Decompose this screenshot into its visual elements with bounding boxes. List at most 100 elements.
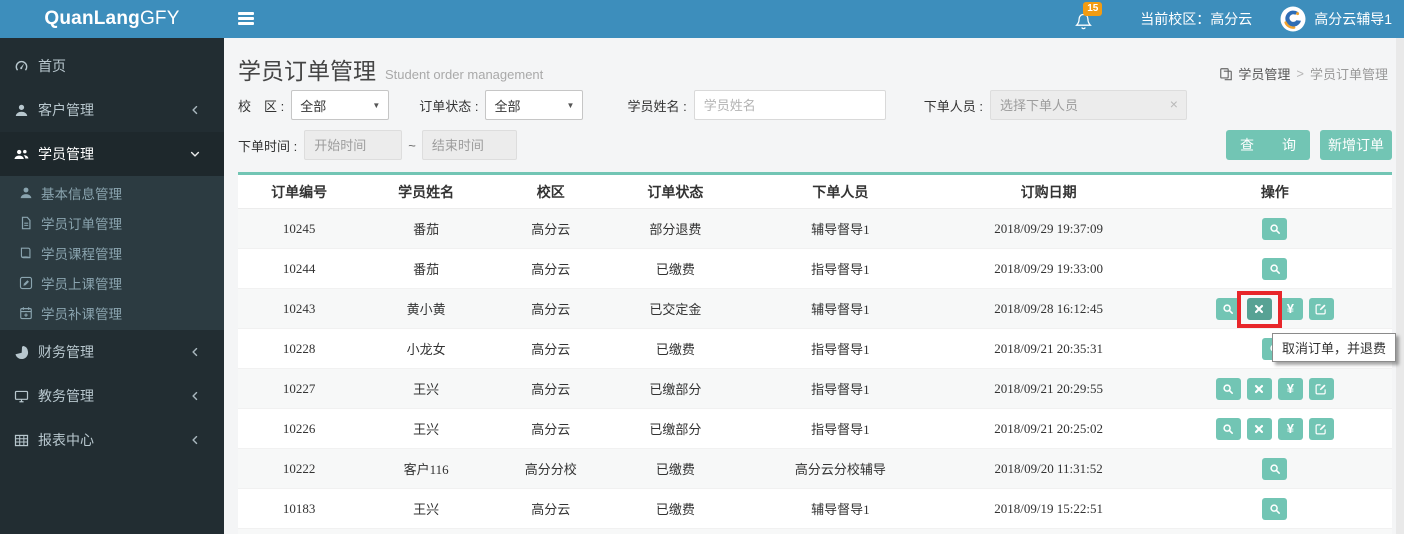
cell-person: 辅导督导1 [811,502,870,517]
cell-date: 2018/09/29 19:37:09 [994,220,1103,236]
payment-button[interactable]: ¥ [1277,377,1303,400]
breadcrumb-section[interactable]: 学员管理 [1238,64,1290,83]
cell-student: 番茄 [413,222,440,237]
clear-icon[interactable]: × [1170,97,1178,111]
campus-select[interactable]: 全部 ▼ [291,90,390,120]
sidebar-item-label: 财务管理 [38,344,94,360]
users-icon [14,147,29,162]
user-avatar[interactable] [1280,6,1306,32]
cell-actions [1158,217,1392,240]
sidebar-subitem-student-makeup[interactable]: 学员补课管理 [0,298,224,328]
chevron-left-icon [189,434,201,446]
search-button[interactable]: 查 询 [1226,130,1310,160]
cell-status: 已缴部分 [649,382,702,397]
chevron-left-icon [189,346,201,358]
current-campus-label: 当前校区：高分云 [1140,11,1253,27]
cell-order-no: 10243 [282,300,316,316]
page-header: 学员订单管理 Student order management [238,52,543,86]
sidebar-toggle-icon[interactable] [238,12,254,26]
sidebar-item-label: 学员管理 [38,146,94,162]
sidebar-item-home[interactable]: 首页 [0,44,224,88]
cancel-order-button[interactable] [1246,377,1272,400]
sidebar-subitem-basic-info[interactable]: 基本信息管理 [0,178,224,208]
user-icon [14,103,29,118]
cell-order-no: 10228 [282,340,316,356]
table-header-row: 订单编号 学员姓名 校区 订单状态 下单人员 订购日期 操作 [238,175,1392,209]
view-order-button[interactable] [1215,297,1241,320]
navbar-right: 15 当前校区：高分云 高分云辅导1 [1074,0,1392,38]
orders-table-panel: 订单编号 学员姓名 校区 订单状态 下单人员 订购日期 操作 10245 番茄 高分云 部分退费辅… [238,172,1392,534]
cell-status: 部分退费 [649,222,702,237]
cell-campus: 高分云 [531,382,571,397]
sidebar-item-student-mgmt[interactable]: 学员管理 [0,132,224,176]
student-name-input[interactable] [693,90,886,120]
view-order-button[interactable] [1215,417,1241,440]
end-time-input[interactable] [421,130,517,160]
cell-person: 辅导督导1 [811,302,870,317]
cell-date: 2018/09/28 16:12:45 [994,300,1103,316]
main-content: 学员订单管理 Student order management 学员管理 > 学… [224,38,1404,534]
column-header: 操作 [1260,183,1289,200]
brand-logo[interactable]: QuanLang GFY [0,0,224,38]
view-order-button[interactable] [1215,377,1241,400]
payment-button[interactable]: ¥ [1277,297,1303,320]
book-icon [19,246,33,260]
sidebar-submenu: 基本信息管理学员订单管理学员课程管理 学员上课管理 学员补课管理 [0,176,224,330]
user-menu[interactable]: 高分云辅导1 [1314,9,1392,29]
scrollbar-track[interactable] [1396,38,1404,534]
order-person-input[interactable] [989,90,1187,120]
order-time-filter-label: 下单时间 : [238,138,298,154]
sidebar-item-finance[interactable]: 财务管理 [0,330,224,374]
file-icon [19,216,33,230]
cell-actions: ¥ [1158,417,1392,440]
notifications-button[interactable]: 15 [1074,2,1103,30]
cancel-order-button[interactable] [1246,417,1272,440]
cell-date: 2018/09/21 20:35:31 [994,340,1103,356]
tooltip: 取消订单，并退费 [1272,333,1397,362]
edit-order-button[interactable] [1308,297,1334,320]
app-window: QuanLang GFY 15 当前校区：高分云 高分云辅导1 首页 客户管理学员管… [0,0,1404,534]
caret-down-icon: ▼ [372,100,381,110]
sidebar-subitem-student-orders[interactable]: 学员订单管理 [0,208,224,238]
sidebar-item-label: 报表中心 [38,432,94,448]
table-row: 10227 王兴 高分云 已缴部分 指导督导1 2018/09/21 20:29:55 ¥ [238,369,1392,409]
column-header: 下单人员 [812,183,869,200]
edit-icon [19,276,33,290]
cell-campus: 高分云 [531,302,571,317]
page-title: 学员订单管理 [238,58,376,84]
column-header: 学员姓名 [398,183,455,200]
cancel-order-button[interactable] [1246,297,1272,320]
view-order-button[interactable] [1262,257,1288,280]
table-row: 10243 黄小黄 高分云 已交定金 辅导督导1 2018/09/28 16:12:45 ¥ [238,289,1392,329]
cell-order-no: 10245 [282,220,316,236]
cell-person: 指导督导1 [811,422,870,437]
caret-down-icon: ▼ [566,100,575,110]
edit-order-button[interactable] [1308,417,1334,440]
view-order-button[interactable] [1262,217,1288,240]
cell-date: 2018/09/29 19:33:00 [994,260,1103,276]
edit-order-button[interactable] [1308,377,1334,400]
sidebar-item-academic[interactable]: 教务管理 [0,374,224,418]
sidebar-subitem-student-classes[interactable]: 学员上课管理 [0,268,224,298]
sidebar-subitem-student-courses[interactable]: 学员课程管理 [0,238,224,268]
view-order-button[interactable] [1262,457,1288,480]
add-order-button[interactable]: 新增订单 [1320,130,1392,160]
order-status-filter-label: 订单状态 : [419,98,479,114]
cell-campus: 高分云 [531,222,571,237]
table-icon [14,433,29,448]
cell-campus: 高分分校 [524,462,577,477]
cell-status: 已缴费 [655,342,695,357]
sidebar-item-reports[interactable]: 报表中心 [0,418,224,462]
sidebar-subitem-label: 学员订单管理 [41,217,122,232]
view-order-button[interactable] [1262,497,1288,520]
cell-order-no: 10226 [282,420,316,436]
order-status-select[interactable]: 全部 ▼ [485,90,584,120]
cell-status: 已缴费 [655,502,695,517]
brand-name-bold: QuanLang [44,8,140,29]
table-row-partial [238,529,1392,534]
payment-button[interactable]: ¥ [1277,417,1303,440]
column-header: 订单编号 [271,183,328,200]
sidebar-item-customer-mgmt[interactable]: 客户管理 [0,88,224,132]
filter-row-1: 校 区 : 全部 ▼ 订单状态 : 全部 ▼ 学员姓名 : 下单人员 : × [238,90,1187,120]
start-time-input[interactable] [304,130,403,160]
